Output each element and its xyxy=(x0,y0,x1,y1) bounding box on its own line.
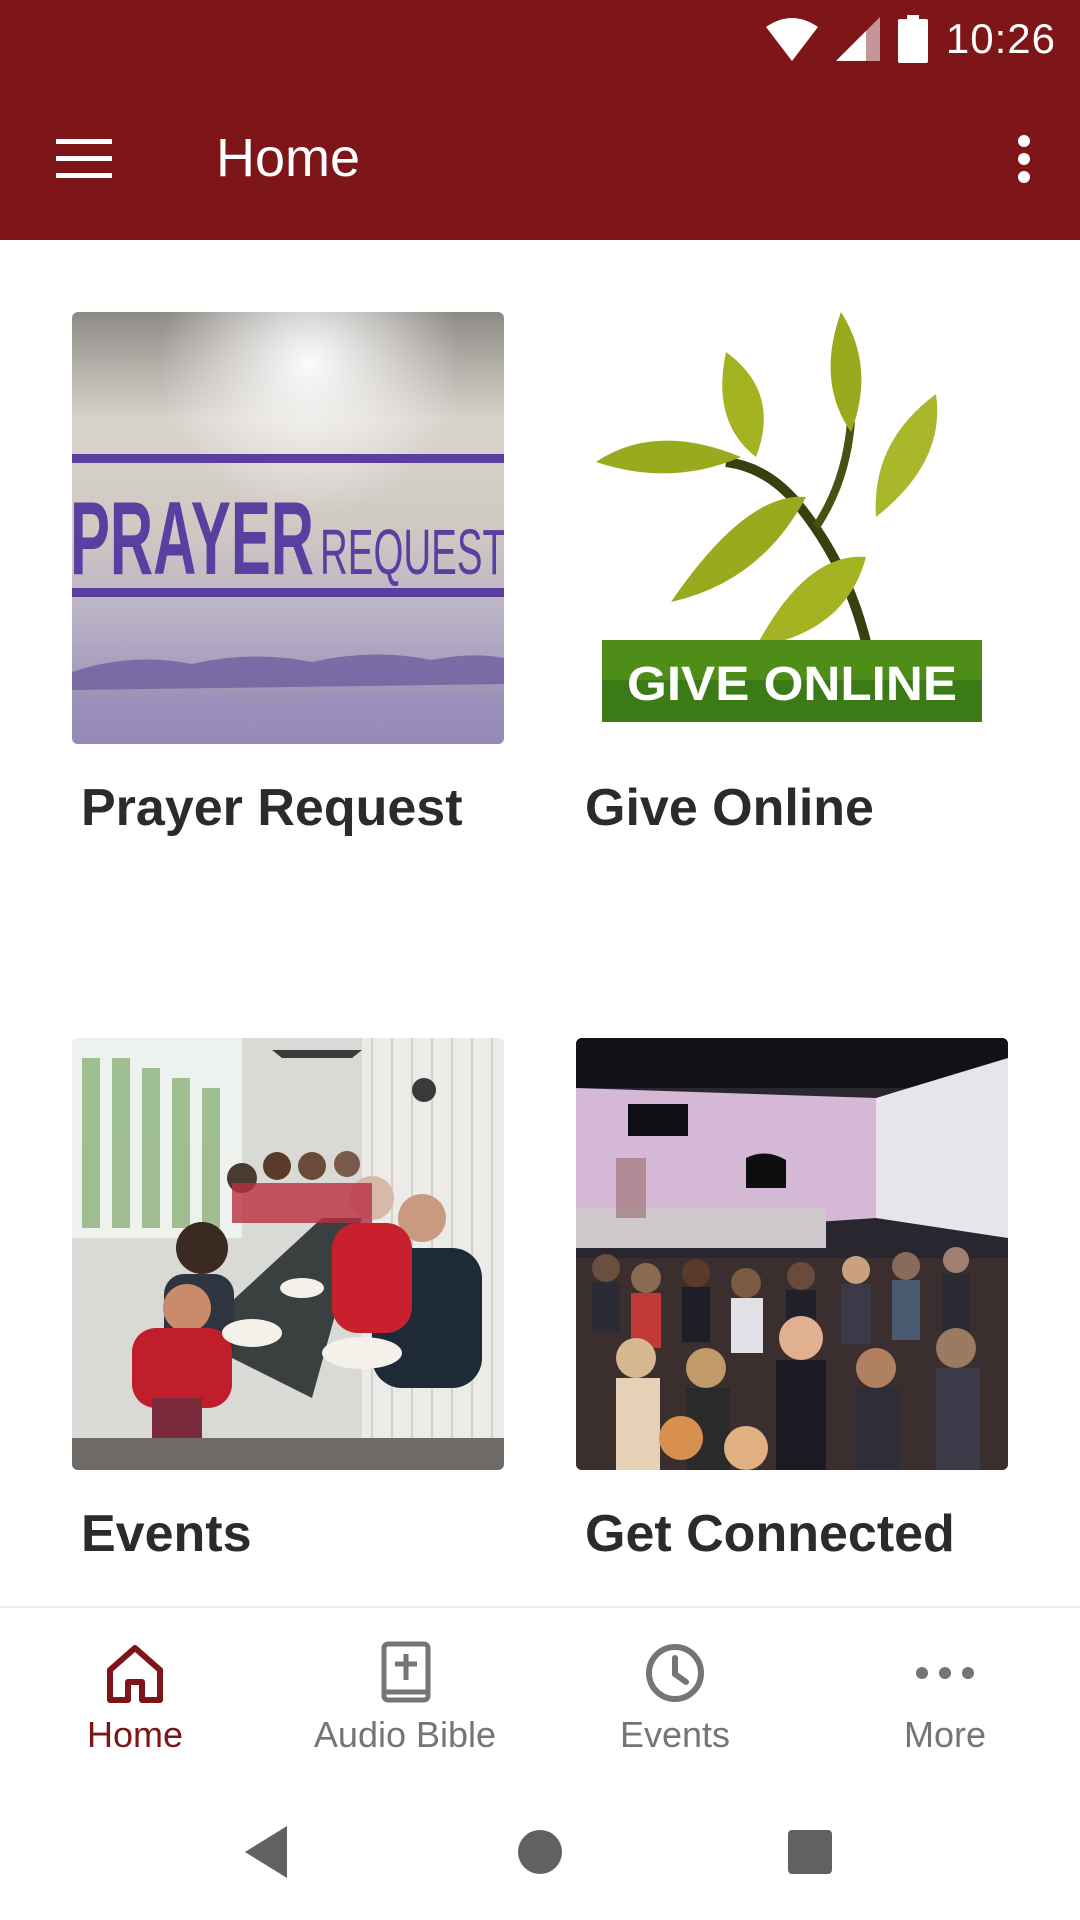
nav-label: More xyxy=(903,1714,987,1755)
nav-label: Events xyxy=(619,1714,731,1755)
nav-item-audio-bible[interactable]: Audio Bible xyxy=(270,1608,540,1780)
bible-icon xyxy=(381,1641,431,1703)
tile-label: Give Online xyxy=(585,779,874,837)
prayer-word: PRAYER xyxy=(72,481,314,597)
home-circle-icon[interactable] xyxy=(500,1812,580,1892)
system-navigation-bar xyxy=(0,1778,1080,1920)
tile-prayer-request[interactable]: PRAYER REQUEST Prayer Request xyxy=(72,312,504,838)
battery-icon xyxy=(897,15,928,63)
tile-events[interactable]: Events xyxy=(72,1038,504,1564)
events-image xyxy=(72,1038,504,1470)
more-vert-icon[interactable] xyxy=(984,114,1064,204)
hamburger-menu-icon[interactable] xyxy=(34,114,134,204)
nav-label: Audio Bible xyxy=(313,1714,497,1755)
tile-label: Prayer Request xyxy=(81,779,463,837)
back-icon[interactable] xyxy=(226,1812,306,1892)
status-bar: 10:26 xyxy=(0,0,1080,78)
tile-label: Events xyxy=(81,1505,252,1563)
clock-icon xyxy=(646,1644,704,1702)
tile-get-connected[interactable]: Get Connected xyxy=(576,1038,1008,1564)
nav-label: Home xyxy=(86,1714,184,1755)
status-icons: 10:26 xyxy=(765,14,1056,64)
wifi-icon xyxy=(765,18,818,61)
give-online-image: GIVE ONLINE xyxy=(576,312,1008,744)
request-word: REQUEST xyxy=(320,516,504,588)
home-tile-grid: PRAYER REQUEST Prayer Request GIVE ONLIN… xyxy=(0,240,1080,1606)
give-online-banner-text: GIVE ONLINE xyxy=(627,658,957,711)
nav-item-home[interactable]: Home xyxy=(0,1608,270,1780)
prayer-request-image: PRAYER REQUEST xyxy=(72,312,504,744)
nav-item-more[interactable]: More xyxy=(810,1608,1080,1780)
more-horiz-icon xyxy=(916,1667,974,1679)
tile-give-online[interactable]: GIVE ONLINE Give Online xyxy=(576,312,1008,838)
cell-signal-icon xyxy=(835,17,880,61)
get-connected-image xyxy=(576,1038,1008,1470)
nav-item-events[interactable]: Events xyxy=(540,1608,810,1780)
recents-square-icon[interactable] xyxy=(770,1812,850,1892)
home-icon xyxy=(107,1645,163,1703)
bottom-navigation: Home Audio Bible Events More xyxy=(0,1606,1080,1778)
status-time: 10:26 xyxy=(945,15,1056,62)
app-bar: Home xyxy=(0,78,1080,240)
tile-label: Get Connected xyxy=(585,1505,955,1563)
page-title: Home xyxy=(216,128,361,188)
